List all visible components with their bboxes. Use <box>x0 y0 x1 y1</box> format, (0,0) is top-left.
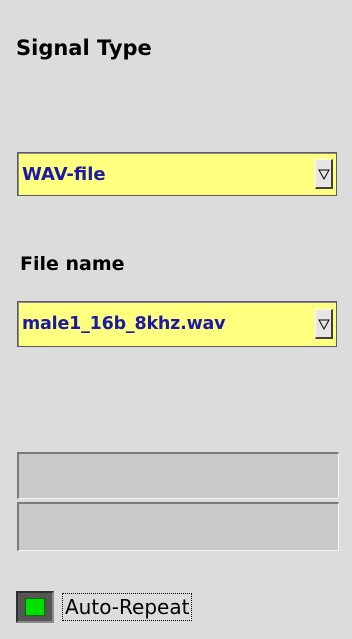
auto-repeat-toggle[interactable]: Auto-Repeat <box>16 589 264 625</box>
signal-type-dropdown-button[interactable] <box>315 159 333 189</box>
signal-panel: Signal Type WAV-file File name male1_16b… <box>0 0 352 639</box>
signal-type-value: WAV-file <box>22 163 106 185</box>
signal-type-heading: Signal Type <box>16 36 152 60</box>
checkbox-indicator-icon <box>25 598 45 616</box>
triangle-down-icon <box>317 319 330 330</box>
file-name-heading: File name <box>20 253 125 275</box>
triangle-down-icon <box>317 169 330 180</box>
file-name-dropdown-button[interactable] <box>315 309 333 339</box>
auto-repeat-label[interactable]: Auto-Repeat <box>62 593 193 621</box>
file-name-value: male1_16b_8khz.wav <box>22 314 226 334</box>
signal-type-dropdown[interactable]: WAV-file <box>17 152 337 196</box>
file-name-dropdown[interactable]: male1_16b_8khz.wav <box>17 301 337 347</box>
info-field-2[interactable] <box>17 502 339 551</box>
info-field-1[interactable] <box>17 452 339 499</box>
auto-repeat-checkbox[interactable] <box>16 591 54 623</box>
